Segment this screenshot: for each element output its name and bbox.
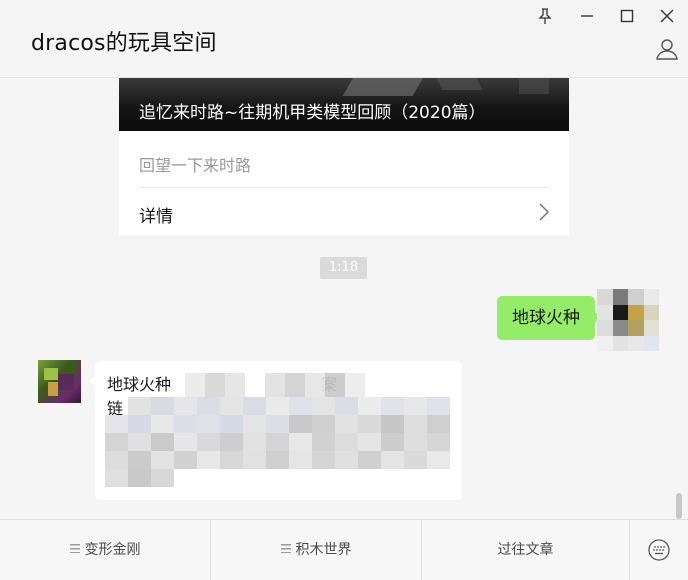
chevron-right-icon[interactable] <box>537 202 551 222</box>
avatar[interactable] <box>597 289 659 351</box>
message-timestamp: 1:18 <box>320 257 367 279</box>
divider <box>629 520 630 580</box>
menu-icon <box>69 544 80 553</box>
avatar[interactable] <box>38 360 81 403</box>
pin-icon[interactable] <box>535 6 555 26</box>
minimize-icon[interactable] <box>577 6 597 26</box>
chat-area[interactable]: 追忆来时路~往期机甲类模型回顾（2020篇） 回望一下来时路 详情 1:18 地… <box>0 78 688 519</box>
title-bar: dracos的玩具空间 <box>0 0 688 78</box>
profile-icon[interactable] <box>655 37 679 61</box>
menu-icon <box>280 544 291 553</box>
article-card[interactable]: 追忆来时路~往期机甲类模型回顾（2020篇） 回望一下来时路 详情 <box>119 78 569 235</box>
bottom-menu: 变形金刚 积木世界 过往文章 <box>0 519 688 580</box>
keyboard-icon[interactable] <box>647 538 671 562</box>
menu-item-blocks-world[interactable]: 积木世界 <box>211 520 421 580</box>
menu-item-transformers[interactable]: 变形金刚 <box>0 520 210 580</box>
article-description: 回望一下来时路 <box>139 156 252 175</box>
chat-title: dracos的玩具空间 <box>31 31 217 56</box>
sent-message-bubble[interactable]: 地球火种 <box>497 296 601 340</box>
article-title[interactable]: 追忆来时路~往期机甲类模型回顾（2020篇） <box>139 98 486 123</box>
blurred-text <box>105 397 450 487</box>
article-banner-image[interactable]: 追忆来时路~往期机甲类模型回顾（2020篇） <box>119 78 569 131</box>
article-detail-link[interactable]: 详情 <box>139 202 173 227</box>
blurred-text <box>105 373 365 397</box>
divider <box>139 187 549 188</box>
received-message-bubble[interactable]: 地球火种案 链 <box>89 361 462 500</box>
chat-scrollbar[interactable] <box>676 493 682 519</box>
close-icon[interactable] <box>657 6 677 26</box>
menu-item-past-articles[interactable]: 过往文章 <box>422 520 629 580</box>
maximize-icon[interactable] <box>617 6 637 26</box>
